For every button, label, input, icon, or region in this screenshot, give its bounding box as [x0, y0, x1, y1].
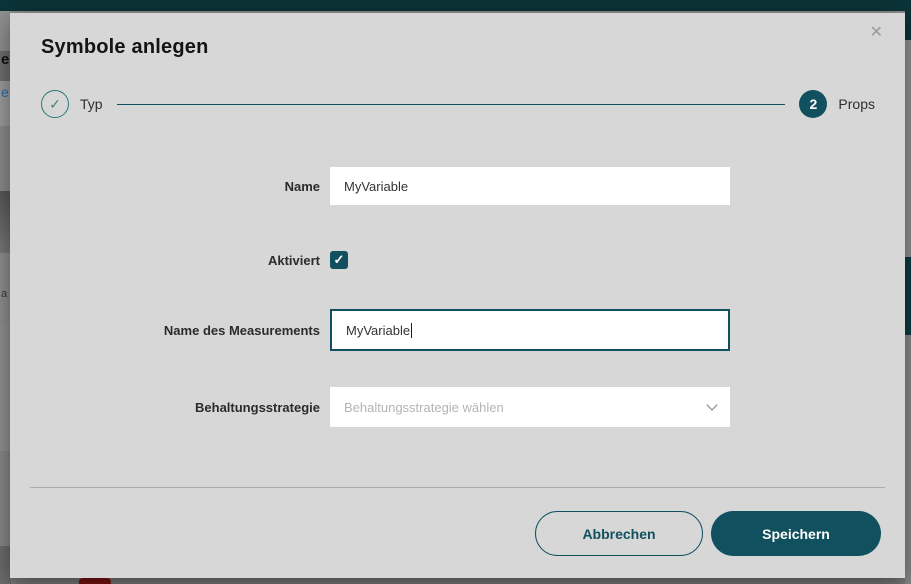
checkbox-check-icon: ✓ [334, 252, 345, 268]
background-fragment [905, 257, 911, 335]
strategy-select[interactable]: Behaltungsstrategie wählen [330, 387, 730, 427]
measurement-label: Name des Measurements [20, 323, 320, 338]
background-text-fragment: a [1, 289, 7, 300]
background-text-fragment: e [1, 52, 9, 67]
step-typ[interactable]: ✓ Typ [41, 90, 103, 118]
aktiviert-field-row: Aktiviert ✓ [20, 251, 348, 269]
create-symbol-dialog: Symbole anlegen ✕ ✓ Typ 2 Props Name Akt… [10, 13, 905, 578]
aktiviert-label: Aktiviert [20, 253, 320, 268]
background-logo-fragment [79, 578, 111, 584]
name-field-row: Name [20, 167, 730, 205]
name-label: Name [20, 179, 320, 194]
background-fragment [905, 335, 911, 584]
dialog-title: Symbole anlegen [41, 36, 209, 59]
strategy-label: Behaltungsstrategie [20, 400, 320, 415]
close-icon[interactable]: ✕ [870, 25, 883, 41]
save-button[interactable]: Speichern [711, 511, 881, 556]
step-props[interactable]: 2 Props [799, 90, 875, 118]
name-input[interactable] [330, 167, 730, 205]
cancel-button[interactable]: Abbrechen [535, 511, 703, 556]
measurement-field-row: Name des Measurements MyVariable [20, 309, 730, 351]
footer-divider [30, 487, 885, 488]
step-props-label: Props [838, 96, 875, 112]
dialog-footer: Abbrechen Speichern [10, 511, 881, 556]
step-number-badge: 2 [799, 90, 827, 118]
text-cursor [411, 323, 412, 338]
background-text-fragment: e [1, 85, 9, 99]
stepper-connector-line [117, 104, 786, 105]
background-fragment-right [905, 0, 911, 584]
strategy-placeholder: Behaltungsstrategie wählen [344, 400, 504, 415]
measurement-input-value: MyVariable [346, 323, 410, 338]
aktiviert-checkbox[interactable]: ✓ [330, 251, 348, 269]
background-fragment-bottom [11, 578, 905, 584]
stepper: ✓ Typ 2 Props [41, 89, 875, 119]
strategy-field-row: Behaltungsstrategie Behaltungsstrategie … [20, 387, 730, 427]
step-typ-label: Typ [80, 96, 103, 112]
app-top-bar [0, 0, 911, 11]
measurement-input[interactable]: MyVariable [330, 309, 730, 351]
chevron-down-icon [706, 399, 717, 410]
step-check-icon: ✓ [41, 90, 69, 118]
